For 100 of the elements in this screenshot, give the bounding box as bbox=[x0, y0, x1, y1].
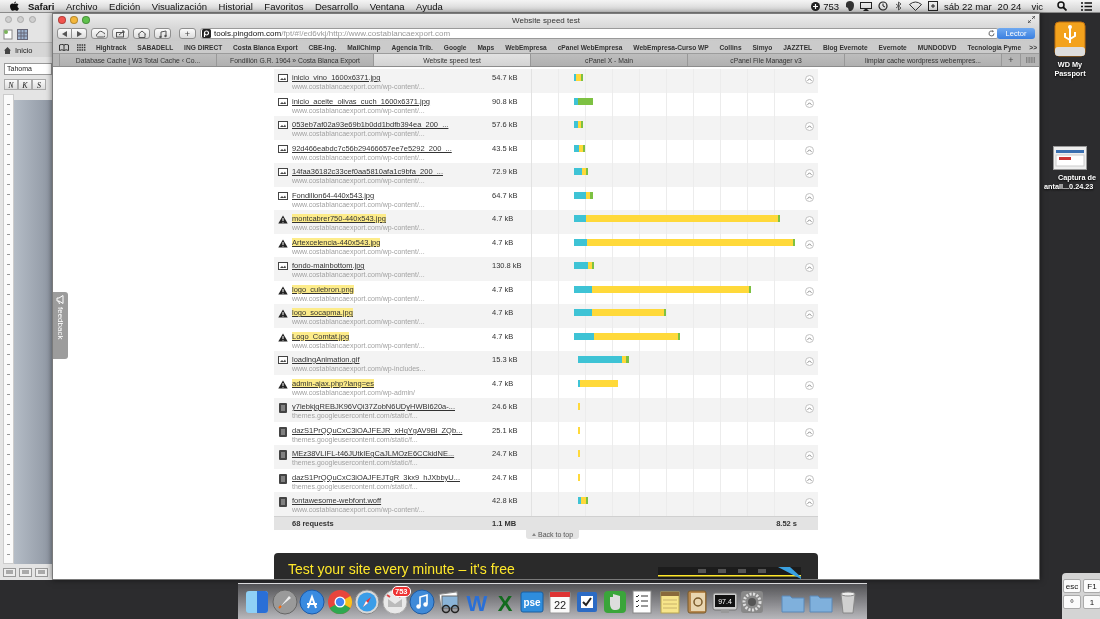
chevron-up-icon bbox=[807, 454, 812, 457]
compass-icon[interactable] bbox=[354, 589, 380, 615]
wifi-icon[interactable] bbox=[909, 1, 923, 11]
menu-item[interactable]: Edición bbox=[109, 0, 141, 12]
new-tab-button[interactable]: + bbox=[1001, 54, 1020, 66]
notification-count[interactable]: 753 bbox=[823, 0, 840, 12]
gear-icon[interactable] bbox=[739, 589, 765, 615]
clock-history-icon[interactable] bbox=[878, 1, 889, 11]
share-icon bbox=[115, 29, 126, 38]
checkbox-icon[interactable] bbox=[574, 589, 600, 615]
banner-headline: Test your site every minute – it's free bbox=[288, 561, 515, 578]
timing-bar bbox=[578, 379, 618, 387]
time-text[interactable]: 20 24 bbox=[997, 0, 1022, 12]
up-arrow-icon bbox=[532, 532, 536, 536]
chevron-up-icon bbox=[807, 501, 812, 504]
chevron-up-icon bbox=[807, 266, 812, 269]
timing-bar bbox=[574, 262, 594, 269]
chevron-up-icon bbox=[807, 148, 812, 152]
view-mode-icon[interactable] bbox=[3, 567, 16, 577]
style-button[interactable]: K bbox=[18, 79, 32, 90]
address-field[interactable]: tools.pingdom.com/fpt/#!/ed6vkj/http://www.costablancaexport.com bbox=[200, 28, 999, 39]
extension-button[interactable] bbox=[154, 28, 171, 39]
chevron-up-icon bbox=[807, 101, 812, 105]
back-button[interactable] bbox=[57, 28, 72, 39]
keyboard-key[interactable]: esc bbox=[1063, 579, 1081, 593]
megaphone-icon bbox=[56, 295, 65, 304]
calendar-icon[interactable]: 22 bbox=[546, 589, 573, 615]
view-mode-icon[interactable] bbox=[35, 567, 48, 577]
grid-icon[interactable] bbox=[17, 29, 28, 40]
chevron-up-icon bbox=[807, 360, 812, 363]
app-menu[interactable]: Safari bbox=[28, 0, 55, 12]
cloud-icon bbox=[94, 29, 105, 38]
menu-item[interactable]: Visualización bbox=[151, 0, 208, 12]
view-mode-icon[interactable] bbox=[19, 567, 32, 577]
zoom-button[interactable] bbox=[82, 16, 90, 24]
style-button[interactable]: S bbox=[32, 79, 46, 90]
menu-item[interactable]: Ventana bbox=[369, 0, 405, 12]
chevron-up-icon bbox=[807, 336, 812, 340]
top-sites-icon[interactable] bbox=[77, 43, 86, 51]
site-icon bbox=[202, 29, 211, 38]
letter-tile-icon[interactable]: pse bbox=[519, 589, 545, 615]
chevron-up-icon bbox=[807, 125, 812, 128]
menu-item[interactable]: Archivo bbox=[65, 0, 98, 12]
url-text: tools.pingdom.com/fpt/#!/ed6vkj/http://www.costablancaexport.com bbox=[214, 29, 451, 38]
forward-arrow-icon bbox=[76, 30, 82, 37]
timing-bar bbox=[574, 97, 593, 105]
keyboard-key[interactable]: F1 bbox=[1083, 579, 1100, 593]
cloud-tabs-button[interactable] bbox=[91, 28, 108, 39]
split-tile-icon[interactable] bbox=[244, 589, 270, 615]
checklist-icon[interactable] bbox=[629, 589, 655, 615]
reload-icon[interactable] bbox=[988, 30, 995, 37]
music-notes-icon bbox=[157, 29, 168, 38]
book-icon[interactable] bbox=[59, 43, 69, 51]
search-icon[interactable] bbox=[1057, 1, 1067, 11]
home-icon bbox=[4, 46, 11, 54]
timing-bar bbox=[574, 121, 583, 128]
forward-button[interactable] bbox=[72, 28, 87, 39]
chevron-up-icon bbox=[807, 383, 812, 387]
date-text[interactable]: sáb 22 mar bbox=[944, 0, 992, 12]
chevron-up-icon bbox=[807, 407, 812, 410]
address-book-icon[interactable] bbox=[684, 589, 710, 615]
timing-bar bbox=[574, 144, 585, 152]
menu-item[interactable]: Favoritos bbox=[264, 0, 304, 12]
menu-item[interactable]: Desarrollo bbox=[314, 0, 359, 12]
circle-badge-icon[interactable] bbox=[811, 1, 821, 11]
chevron-up-icon bbox=[807, 195, 812, 199]
user-name[interactable]: vic bbox=[1031, 0, 1043, 12]
style-button[interactable]: N bbox=[4, 79, 18, 90]
minimize-button[interactable] bbox=[70, 16, 78, 24]
chevron-up-icon bbox=[807, 219, 812, 222]
keyboard-key[interactable]: 1 bbox=[1083, 595, 1100, 609]
new-document-icon[interactable] bbox=[3, 29, 13, 40]
home-button[interactable] bbox=[133, 28, 150, 39]
chevron-up-icon bbox=[807, 242, 812, 246]
screenshot-file-icon[interactable] bbox=[1053, 146, 1087, 170]
menu-item[interactable]: Historial bbox=[218, 0, 253, 12]
back-arrow-icon bbox=[62, 30, 67, 37]
chevron-up-icon bbox=[807, 313, 812, 316]
keyboard-key[interactable]: º bbox=[1063, 595, 1081, 609]
share-button[interactable] bbox=[112, 28, 129, 39]
menu-item[interactable]: Ayuda bbox=[416, 0, 443, 12]
list-icon[interactable] bbox=[1081, 1, 1092, 11]
chevron-up-icon bbox=[807, 289, 812, 293]
new-tab-button[interactable]: + bbox=[179, 28, 196, 39]
chevron-up-icon bbox=[807, 172, 812, 175]
close-button[interactable] bbox=[58, 16, 66, 24]
timing-bar bbox=[574, 168, 588, 175]
fullscreen-icon[interactable] bbox=[1028, 16, 1035, 23]
timing-bar bbox=[578, 497, 588, 504]
chevron-up-icon bbox=[807, 78, 812, 81]
chevron-up-icon bbox=[807, 477, 812, 481]
music-note-icon[interactable] bbox=[409, 589, 435, 615]
timing-bar bbox=[574, 74, 583, 81]
window-title: Website speed test bbox=[512, 15, 580, 25]
usb-drive-icon[interactable] bbox=[1054, 21, 1086, 57]
display-icon[interactable] bbox=[860, 1, 873, 11]
browser-ring-icon[interactable] bbox=[326, 589, 353, 615]
apple-icon[interactable] bbox=[10, 1, 19, 11]
chevron-up-icon bbox=[807, 430, 812, 434]
timing-bar bbox=[578, 356, 629, 363]
